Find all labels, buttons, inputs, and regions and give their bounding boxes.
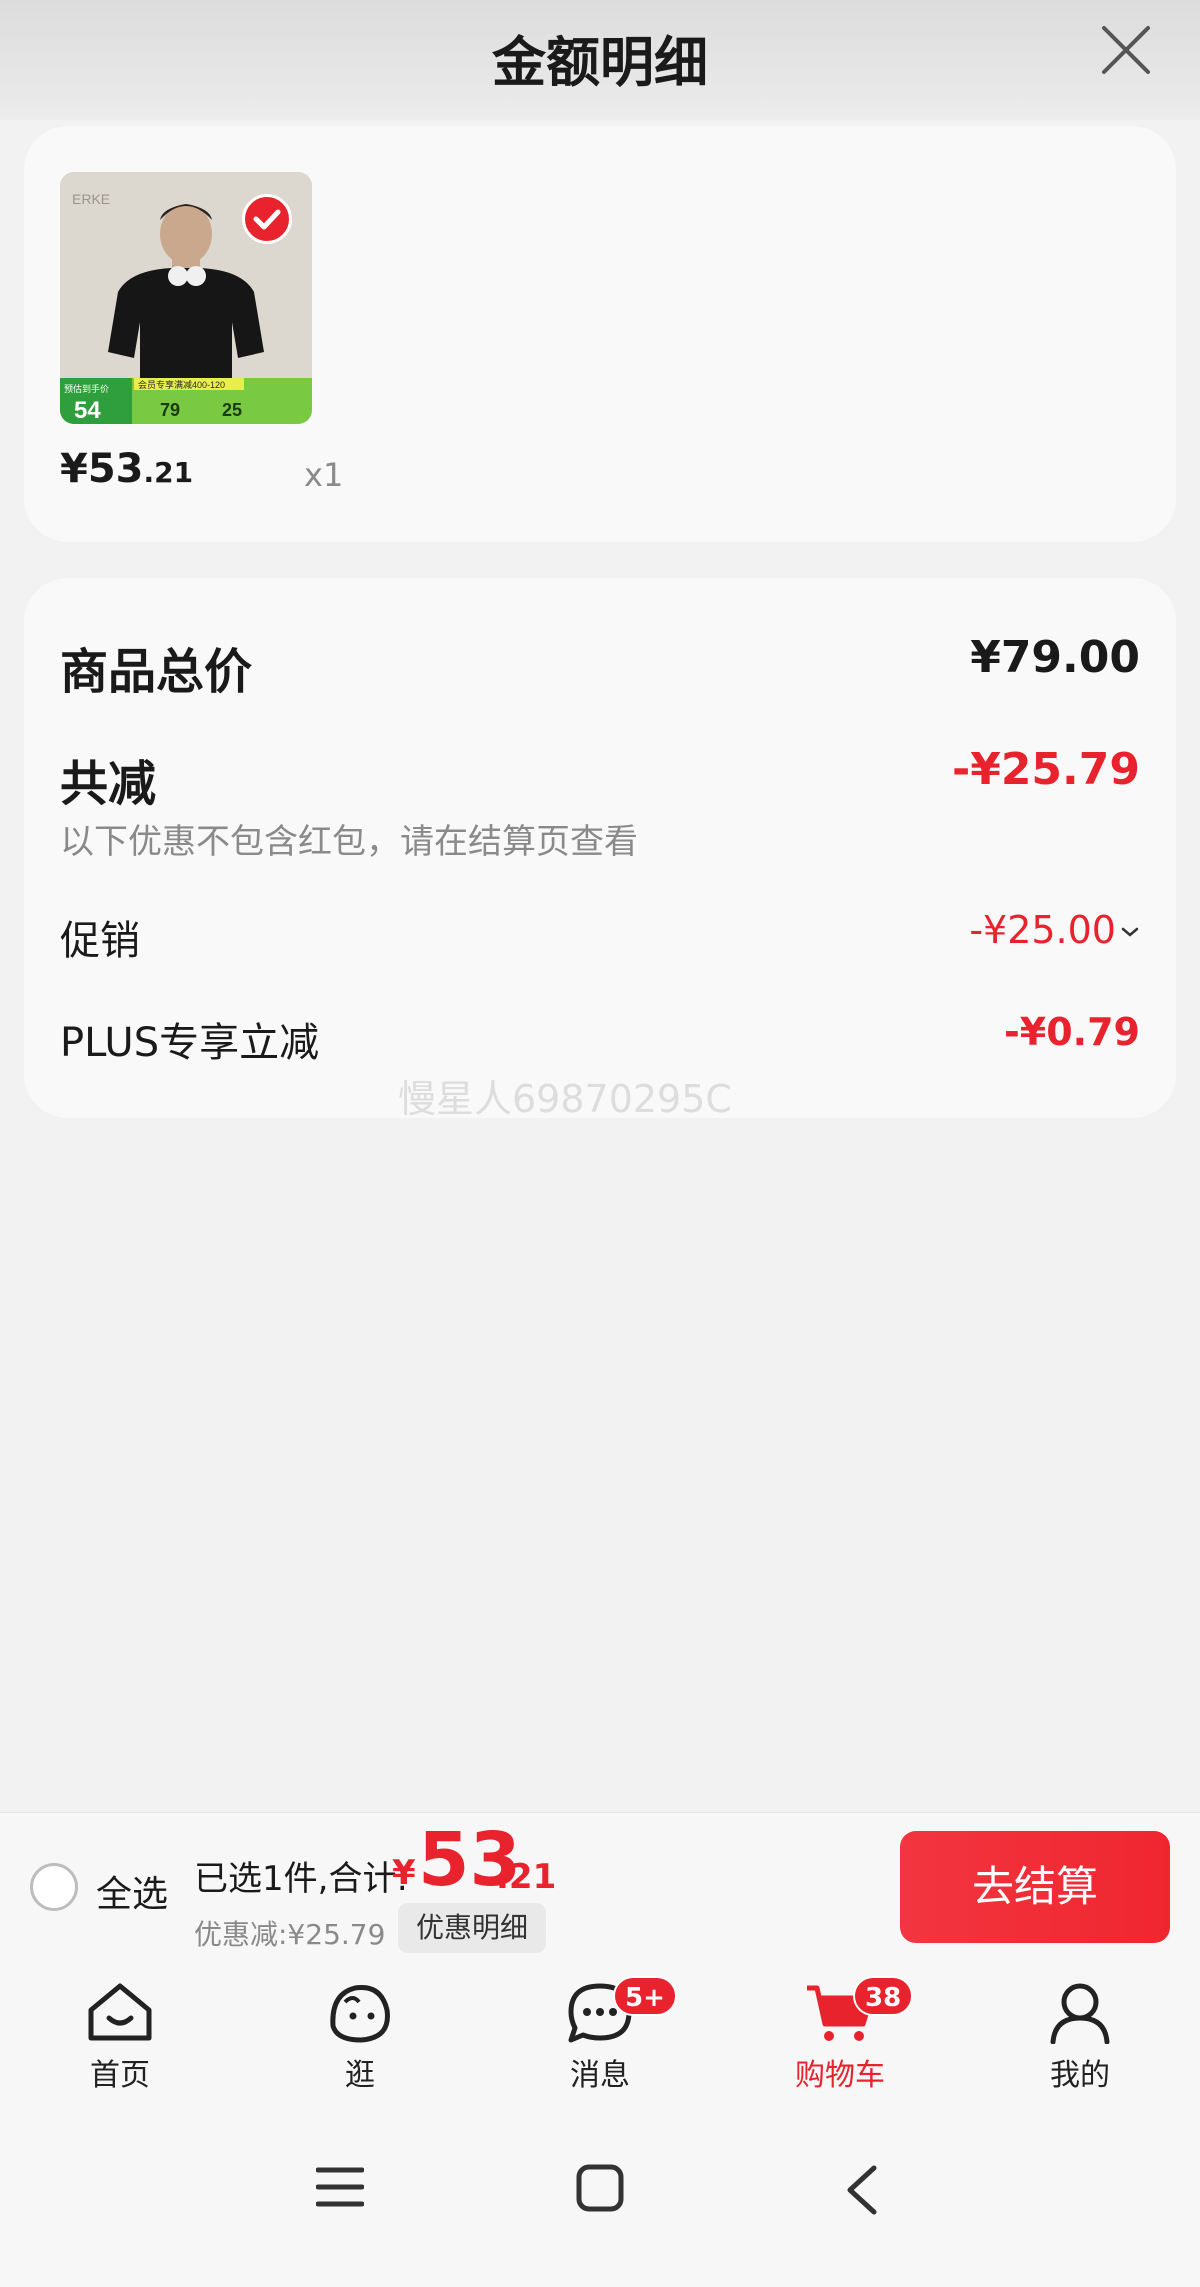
total-reduce-label: 共减 [60, 756, 157, 812]
back-icon[interactable] [844, 2164, 880, 2216]
cart-badge: 38 [853, 1976, 914, 2016]
price-summary-card: 商品总价 ¥79.00 共减 -¥25.79 以下优惠不包含红包，请在结算页查看… [24, 578, 1176, 1118]
select-all-label[interactable]: 全选 [96, 1865, 168, 1917]
product-price: ¥53.21 [60, 446, 194, 492]
tab-browse[interactable]: 逛 [285, 1980, 435, 2094]
message-badge: 5+ [613, 1976, 677, 2016]
plus-reduce-label: PLUS专享立减 [60, 1020, 320, 1066]
checkout-bar: 全选 已选1件,合计: ¥ 53 .21 优惠减:¥25.79 优惠明细 去结算 [0, 1812, 1200, 1962]
plus-reduce-value: -¥0.79 [1004, 1010, 1140, 1054]
promotion-value: -¥25.00 [969, 908, 1116, 952]
brand-text: ERKE [72, 191, 110, 207]
svg-text:25: 25 [222, 400, 242, 420]
page-title: 金额明细 [492, 31, 708, 94]
total-currency: ¥ [392, 1853, 416, 1893]
tab-cart[interactable]: 购物车 38 [765, 1976, 915, 2094]
selected-check-icon[interactable] [242, 194, 292, 244]
svg-text:预估到手价: 预估到手价 [64, 383, 109, 394]
svg-text:会员专享满减400-120: 会员专享满减400-120 [138, 379, 225, 390]
discount-text: 优惠减:¥25.79 [194, 1918, 386, 1951]
chevron-down-icon[interactable] [1120, 922, 1140, 942]
total-price-label: 商品总价 [60, 644, 253, 700]
total-amount-decimal: .21 [496, 1857, 557, 1897]
menu-icon[interactable] [316, 2164, 364, 2210]
home-button-icon[interactable] [576, 2164, 624, 2212]
reduce-note: 以下优惠不包含红包，请在结算页查看 [60, 822, 638, 862]
product-card: ERKE 会员专享满减400-120 预估到手价 54 79 25 ¥53.21… [24, 126, 1176, 542]
svg-text:54: 54 [74, 397, 101, 424]
total-reduce-row: 共减 -¥25.79 [60, 744, 1140, 812]
promotion-row[interactable]: 促销 -¥25.00 [60, 908, 1140, 964]
browse-face-icon [330, 1984, 390, 2043]
svg-text:79: 79 [160, 400, 180, 420]
profile-icon [1050, 1983, 1110, 2044]
total-reduce-value: -¥25.79 [951, 744, 1140, 795]
bottom-tab-bar: 首页 逛 消息 5+ 购物车 38 我的 [0, 1962, 1200, 2112]
tab-profile[interactable]: 我的 [1005, 1980, 1155, 2094]
selected-count-text: 已选1件,合计: [194, 1859, 408, 1899]
plus-reduce-row: PLUS专享立减 -¥0.79 [60, 1010, 1140, 1066]
total-price-value: ¥79.00 [970, 632, 1140, 683]
system-nav-bar [0, 2112, 1200, 2287]
discount-detail-button[interactable]: 优惠明细 [398, 1903, 547, 1953]
product-quantity: x1 [304, 456, 344, 494]
checkout-button[interactable]: 去结算 [900, 1831, 1170, 1943]
tab-messages[interactable]: 消息 5+ [525, 1976, 677, 2094]
tab-home[interactable]: 首页 [45, 1980, 195, 2094]
watermark: 慢星人69870295C [398, 1077, 732, 1121]
promotion-label: 促销 [60, 918, 140, 964]
total-price-row: 商品总价 ¥79.00 [60, 632, 1140, 700]
close-icon[interactable] [1098, 22, 1154, 78]
home-icon [88, 1983, 152, 2041]
select-all-radio[interactable] [30, 1863, 78, 1911]
sheet-header: 金额明细 [0, 0, 1200, 120]
